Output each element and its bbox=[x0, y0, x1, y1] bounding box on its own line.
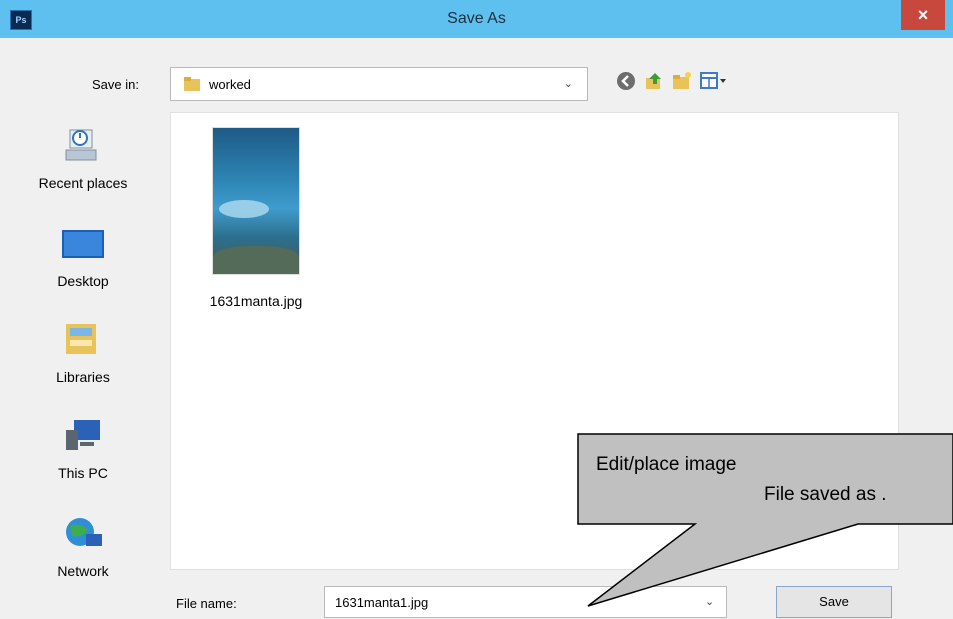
this-pc-icon bbox=[66, 420, 100, 450]
save-in-label: Save in: bbox=[92, 77, 139, 92]
place-desktop[interactable]: Desktop bbox=[8, 224, 158, 289]
place-network[interactable]: Network bbox=[8, 514, 158, 579]
place-libraries[interactable]: Libraries bbox=[8, 320, 158, 385]
places-bar: Recent places Desktop Libraries This PC … bbox=[8, 110, 158, 580]
recent-places-icon bbox=[65, 129, 97, 161]
chevron-down-icon[interactable]: ⌄ bbox=[564, 77, 573, 90]
file-name-label: 1631manta.jpg bbox=[209, 293, 303, 309]
window-title: Save As bbox=[447, 10, 506, 27]
file-name-label-field: File name: bbox=[176, 596, 237, 611]
desktop-icon bbox=[62, 230, 104, 258]
place-label: Libraries bbox=[56, 369, 110, 385]
back-icon[interactable] bbox=[615, 70, 637, 92]
close-button[interactable]: × bbox=[901, 0, 945, 30]
new-folder-icon[interactable] bbox=[671, 70, 693, 92]
title-bar: Ps Save As × bbox=[0, 0, 953, 38]
callout-line-2: File saved as . bbox=[764, 484, 887, 505]
libraries-icon bbox=[66, 324, 96, 354]
view-menu-icon[interactable] bbox=[699, 70, 729, 92]
place-label: Network bbox=[57, 563, 109, 579]
save-in-folder-name: worked bbox=[209, 77, 251, 92]
callout-line-1: Edit/place image bbox=[596, 454, 737, 475]
chevron-down-icon[interactable]: ⌄ bbox=[705, 595, 714, 608]
file-name-input[interactable] bbox=[324, 586, 727, 618]
place-label: Desktop bbox=[57, 273, 109, 289]
folder-icon bbox=[184, 77, 200, 91]
place-label: Recent places bbox=[38, 175, 128, 191]
file-item[interactable]: 1631manta.jpg bbox=[191, 127, 321, 309]
network-icon bbox=[66, 518, 102, 546]
save-in-dropdown[interactable]: worked ⌄ bbox=[170, 67, 588, 101]
place-recent-places[interactable]: Recent places bbox=[8, 126, 158, 191]
image-thumbnail bbox=[212, 127, 300, 275]
place-this-pc[interactable]: This PC bbox=[8, 416, 158, 481]
save-button[interactable]: Save bbox=[776, 586, 892, 618]
place-label: This PC bbox=[58, 465, 108, 481]
up-folder-icon[interactable] bbox=[643, 70, 665, 92]
